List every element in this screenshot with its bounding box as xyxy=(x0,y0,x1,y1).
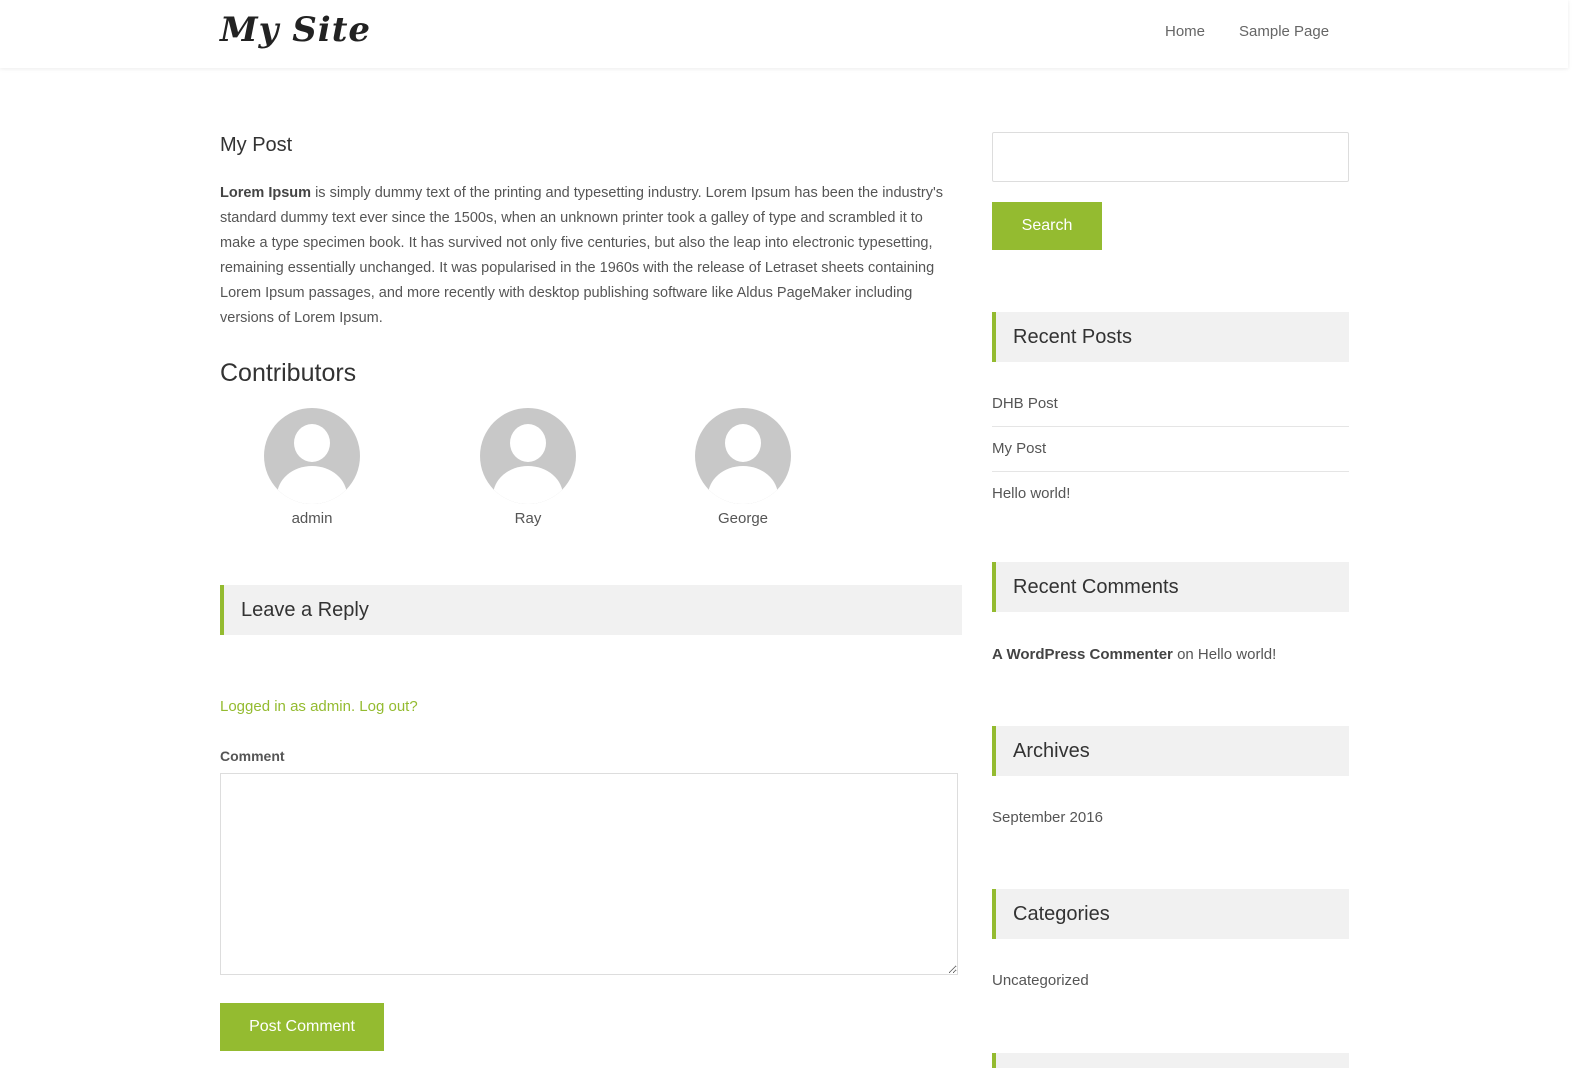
widget-heading: Recent Comments xyxy=(992,562,1349,612)
comment-author-link[interactable]: A WordPress Commenter xyxy=(992,646,1173,663)
post-content: My Post Lorem Ipsum is simply dummy text… xyxy=(220,130,962,536)
post-body-text: is simply dummy text of the printing and… xyxy=(220,185,943,326)
categories-list: Uncategorized xyxy=(992,959,1349,1003)
contributors-list: admin Ray George xyxy=(220,396,962,536)
contributors-title: Contributors xyxy=(220,359,357,387)
widget-heading: Categories xyxy=(992,889,1349,939)
widget-heading: Recent Posts xyxy=(992,312,1349,362)
avatar xyxy=(264,408,360,504)
post-comment-button[interactable]: Post Comment xyxy=(220,1003,384,1051)
site-header: My Site Home Sample Page xyxy=(0,0,1568,68)
avatar xyxy=(695,408,791,504)
logout-link[interactable]: Log out? xyxy=(359,698,417,715)
list-item: September 2016 xyxy=(992,796,1349,840)
post-body-bold: Lorem Ipsum xyxy=(220,185,312,201)
main-nav: Home Sample Page xyxy=(1165,23,1329,40)
reply-title: Leave a Reply xyxy=(241,598,369,621)
next-widget-heading xyxy=(992,1053,1349,1068)
post-body: Lorem Ipsum is simply dummy text of the … xyxy=(220,181,962,331)
recent-posts-list: DHB Post My Post Hello world! xyxy=(992,382,1349,516)
widget-title: Archives xyxy=(1013,739,1090,762)
list-item: My Post xyxy=(992,427,1349,472)
category-link[interactable]: Uncategorized xyxy=(992,972,1089,989)
categories-widget: Categories Uncategorized xyxy=(992,889,1349,1003)
comment-label: Comment xyxy=(220,748,285,764)
widget-title: Recent Comments xyxy=(1013,575,1179,598)
contributor-george[interactable]: George xyxy=(673,408,813,527)
recent-comment-item: A WordPress Commenter on Hello world! xyxy=(992,646,1349,663)
search-button[interactable]: Search xyxy=(992,202,1102,250)
recent-post-link[interactable]: DHB Post xyxy=(992,395,1058,412)
list-item: Uncategorized xyxy=(992,959,1349,1003)
post-title: My Post xyxy=(220,134,293,156)
list-item: DHB Post xyxy=(992,382,1349,427)
site-logo[interactable]: My Site xyxy=(220,10,371,50)
comment-textarea[interactable] xyxy=(220,773,958,975)
list-item: Hello world! xyxy=(992,472,1349,516)
logged-in-link[interactable]: Logged in as admin xyxy=(220,698,351,715)
recent-post-link[interactable]: Hello world! xyxy=(992,485,1070,502)
reply-heading: Leave a Reply xyxy=(220,585,962,635)
archives-widget: Archives September 2016 xyxy=(992,726,1349,840)
contributor-name: Ray xyxy=(514,510,542,527)
recent-posts-widget: Recent Posts DHB Post My Post Hello worl… xyxy=(992,312,1349,516)
widget-title: Recent Posts xyxy=(1013,325,1132,348)
search-input[interactable] xyxy=(992,132,1349,182)
comment-on-text: on xyxy=(1177,646,1194,663)
comment-post-link[interactable]: Hello world! xyxy=(1198,646,1276,663)
archives-list: September 2016 xyxy=(992,796,1349,840)
recent-post-link[interactable]: My Post xyxy=(992,440,1046,457)
contributor-ray[interactable]: Ray xyxy=(458,408,598,527)
nav-sample-page[interactable]: Sample Page xyxy=(1239,23,1329,40)
contributor-name: George xyxy=(717,510,769,527)
archive-link[interactable]: September 2016 xyxy=(992,809,1103,826)
recent-comments-widget: Recent Comments A WordPress Commenter on… xyxy=(992,562,1349,663)
contributor-name: admin xyxy=(291,510,333,527)
nav-home[interactable]: Home xyxy=(1165,23,1205,40)
contributor-admin[interactable]: admin xyxy=(242,408,382,527)
logged-in-status: Logged in as admin. Log out? xyxy=(220,698,418,715)
widget-title: Categories xyxy=(1013,902,1110,925)
widget-heading: Archives xyxy=(992,726,1349,776)
avatar xyxy=(480,408,576,504)
